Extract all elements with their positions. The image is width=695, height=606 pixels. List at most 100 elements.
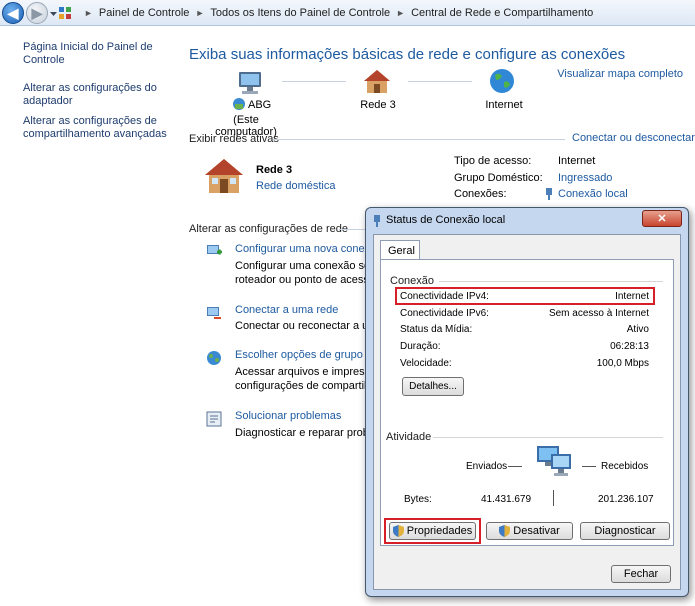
ethernet-icon <box>544 187 554 200</box>
home-network-icon <box>363 68 391 94</box>
access-type-label: Tipo de acesso: <box>454 155 532 167</box>
shield-icon <box>392 525 404 537</box>
tab-geral[interactable]: Geral <box>380 240 420 260</box>
connect-disconnect-link[interactable]: Conectar ou desconectar <box>572 132 695 144</box>
divider <box>553 490 554 506</box>
breadcrumb: ► Painel de Controle ► Todos os Itens do… <box>58 4 593 22</box>
troubleshoot-desc: Diagnosticar e reparar proble <box>235 427 378 439</box>
troubleshoot-icon <box>205 410 223 428</box>
homegroup-label: Grupo Doméstico: <box>454 172 543 184</box>
connect-network-link[interactable]: Conectar a uma rede <box>235 304 338 316</box>
connection-group-label: Conexão <box>390 275 435 287</box>
homegroup-options-link[interactable]: Escolher opções de grupo do <box>235 349 378 361</box>
history-dropdown-icon[interactable] <box>50 9 57 17</box>
properties-button-label: Propriedades <box>406 525 473 537</box>
network-small-icon <box>232 97 246 111</box>
connect-network-icon <box>205 304 223 322</box>
divider <box>439 281 663 282</box>
ipv4-value: Internet <box>615 291 649 302</box>
homegroup-link[interactable]: Ingressado <box>558 172 612 184</box>
change-settings-heading: Alterar as configurações de rede <box>189 223 348 235</box>
sidebar-item-home[interactable]: Página Inicial do Painel de Controle <box>23 41 168 67</box>
bytes-label: Bytes: <box>404 494 432 505</box>
homegroup-icon <box>205 349 223 367</box>
map-connector <box>282 81 346 82</box>
network-type-link[interactable]: Rede doméstica <box>256 180 336 192</box>
address-bar: ◀ ▶ ► Painel de Controle ► Todos os Iten… <box>0 0 695 26</box>
homegroup-options-desc: Acessar arquivos e impressor <box>235 366 380 378</box>
chevron-right-icon: ► <box>396 8 406 18</box>
connection-status-dialog: Status de Conexão local ✕ Geral Conexão … <box>365 207 689 597</box>
homegroup-options-desc2: configurações de compartilh <box>235 380 373 392</box>
details-button[interactable]: Detalhes... <box>402 377 464 396</box>
globe-icon <box>489 68 515 94</box>
close-button[interactable]: Fechar <box>611 565 671 583</box>
local-connection-link[interactable]: Conexão local <box>558 188 628 200</box>
breadcrumb-item-painel[interactable]: Painel de Controle <box>99 7 190 19</box>
disable-button-label: Desativar <box>513 525 560 537</box>
divider <box>508 466 522 467</box>
internet-label: Internet <box>485 99 523 111</box>
ipv6-label: Conectividade IPv6: <box>400 308 489 319</box>
back-button[interactable]: ◀ <box>2 2 24 24</box>
sidebar: Página Inicial do Painel de Controle Alt… <box>0 27 170 606</box>
troubleshoot-link[interactable]: Solucionar problemas <box>235 410 341 422</box>
dialog-title: Status de Conexão local <box>386 214 506 226</box>
duration-label: Duração: <box>400 341 441 352</box>
disable-button[interactable]: Desativar <box>486 522 573 540</box>
chevron-right-icon: ► <box>84 8 93 18</box>
home-network-large-icon <box>204 157 244 195</box>
divider <box>582 466 596 467</box>
network-map-label: Rede 3 <box>360 99 396 111</box>
sent-label: Enviados <box>466 461 508 472</box>
active-network-name: Rede 3 <box>256 164 293 176</box>
speed-label: Velocidade: <box>400 358 452 369</box>
breadcrumb-item-central[interactable]: Central de Rede e Compartilhamento <box>411 7 593 19</box>
breadcrumb-item-todos[interactable]: Todos os Itens do Painel de Controle <box>210 7 390 19</box>
active-networks-heading: Exibir redes ativas <box>189 133 279 145</box>
tab-panel: Conexão Conectividade IPv4: Internet Con… <box>380 259 674 546</box>
setup-connection-link[interactable]: Configurar uma nova conexã <box>235 243 376 255</box>
sidebar-item-label: Controle <box>23 54 65 66</box>
computer-name: ABG <box>248 99 272 111</box>
computer-icon <box>236 70 264 96</box>
speed-value: 100,0 Mbps <box>596 358 649 369</box>
view-full-map-link[interactable]: Visualizar mapa completo <box>557 68 683 80</box>
received-label: Recebidos <box>601 461 649 472</box>
ethernet-icon <box>372 214 382 227</box>
new-connection-icon <box>205 242 223 260</box>
sidebar-item-adapter[interactable]: Alterar as configurações do adaptador <box>23 82 168 108</box>
diagnose-button[interactable]: Diagnosticar <box>580 522 670 540</box>
sidebar-item-label: compartilhamento avançadas <box>23 128 167 140</box>
access-type-value: Internet <box>558 155 596 167</box>
sidebar-item-label: Página Inicial do Painel de <box>23 41 153 53</box>
setup-connection-desc: Configurar uma conexão sem <box>235 260 380 272</box>
sidebar-item-label: Alterar as configurações de <box>23 115 157 127</box>
properties-button[interactable]: Propriedades <box>389 522 476 540</box>
divider <box>433 437 663 438</box>
forward-button[interactable]: ▶ <box>26 2 48 24</box>
duration-value: 06:28:13 <box>610 341 649 352</box>
dialog-body: Geral Conexão Conectividade IPv4: Intern… <box>373 234 681 590</box>
ipv4-label: Conectividade IPv4: <box>400 291 489 302</box>
divider <box>339 229 365 230</box>
sidebar-item-sharing[interactable]: Alterar as configurações de compartilham… <box>23 115 168 141</box>
connections-label: Conexões: <box>454 188 507 200</box>
ipv6-value: Sem acesso à Internet <box>548 308 649 319</box>
page-title: Exiba suas informações básicas de rede e… <box>189 46 626 63</box>
network-activity-icon <box>537 446 573 480</box>
sidebar-item-label: adaptador <box>23 95 73 107</box>
sidebar-item-label: Alterar as configurações do <box>23 82 157 94</box>
connect-network-desc: Conectar ou reconectar a um <box>235 320 378 332</box>
map-connector <box>408 81 472 82</box>
bytes-received-value: 201.236.107 <box>598 494 654 505</box>
control-panel-icon <box>58 6 72 20</box>
close-icon[interactable]: ✕ <box>642 210 682 227</box>
shield-icon <box>499 525 511 537</box>
setup-connection-desc2: roteador ou ponto de acesso <box>235 274 376 286</box>
media-status-label: Status da Mídia: <box>400 324 473 335</box>
activity-group-label: Atividade <box>386 431 432 443</box>
chevron-right-icon: ► <box>195 8 205 18</box>
bytes-sent-value: 41.431.679 <box>481 494 532 505</box>
media-status-value: Ativo <box>626 324 649 335</box>
